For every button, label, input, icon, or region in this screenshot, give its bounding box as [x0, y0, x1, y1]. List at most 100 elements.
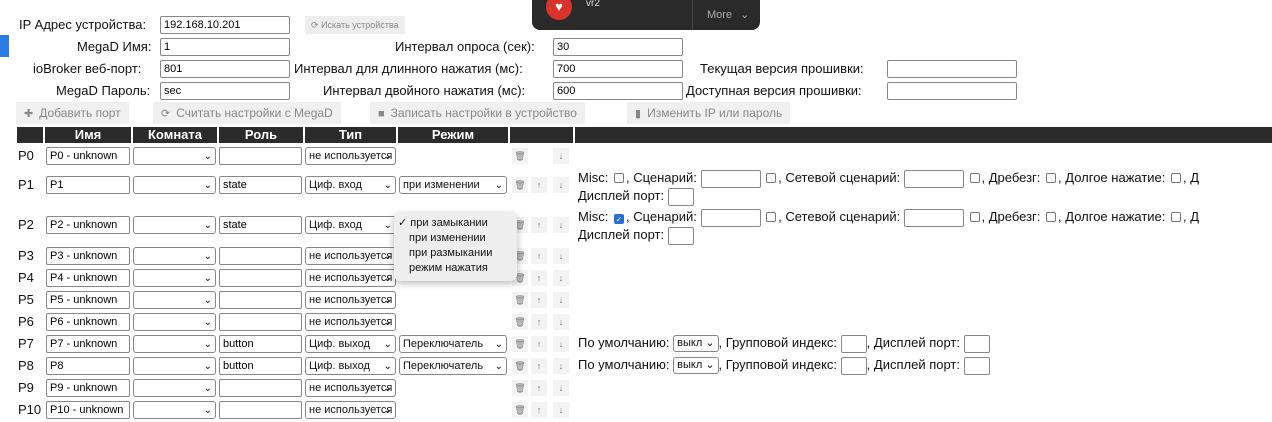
trash-icon[interactable]: 🗑: [512, 336, 528, 352]
display-port-input[interactable]: [667, 187, 694, 206]
group-index-input[interactable]: [840, 334, 867, 353]
trash-icon[interactable]: 🗑: [512, 148, 528, 164]
dropdown-option[interactable]: режим нажатия: [394, 261, 517, 276]
net-scenario-input[interactable]: [903, 169, 964, 188]
arrow-down-icon[interactable]: ↓: [553, 248, 569, 264]
iobroker-input[interactable]: 801: [160, 60, 290, 78]
port-name-input[interactable]: P0 - unknown: [46, 147, 130, 165]
room-select[interactable]: ⌄: [133, 147, 216, 165]
type-select[interactable]: не используется ⌄: [305, 313, 396, 331]
arrow-down-icon[interactable]: ↓: [553, 217, 569, 233]
mode-select[interactable]: Переключатель ⌄: [399, 335, 507, 353]
arrow-up-icon[interactable]: ↑: [531, 314, 547, 330]
port-name-input[interactable]: P7 - unknown: [46, 335, 130, 353]
dropdown-option[interactable]: при изменении: [394, 231, 517, 246]
display-port-input[interactable]: [963, 356, 990, 375]
role-input[interactable]: [219, 379, 302, 397]
type-select[interactable]: не используется ⌄: [305, 269, 396, 287]
read-settings-button[interactable]: ⟳ Считать настройки с MegaD: [153, 102, 341, 124]
room-select[interactable]: ⌄: [133, 291, 216, 309]
trash-icon[interactable]: 🗑: [512, 358, 528, 374]
change-ip-button[interactable]: ▮ Изменить IP или пароль: [627, 102, 791, 124]
port-name-input[interactable]: P6 - unknown: [46, 313, 130, 331]
arrow-down-icon[interactable]: ↓: [553, 148, 569, 164]
trash-icon[interactable]: 🗑: [512, 314, 528, 330]
mode-dropdown-menu[interactable]: ✓ при замыкании при изменении при размык…: [394, 213, 517, 281]
add-port-button[interactable]: ✚ Добавить порт: [16, 102, 129, 124]
misc-checkbox[interactable]: [613, 173, 624, 183]
room-select[interactable]: ⌄: [133, 401, 216, 419]
role-input[interactable]: [219, 313, 302, 331]
type-select[interactable]: Циф. выход ⌄: [305, 335, 396, 353]
arrow-down-icon[interactable]: ↓: [553, 402, 569, 418]
port-name-input[interactable]: P2 - unknown: [46, 216, 130, 234]
room-select[interactable]: ⌄: [133, 176, 216, 194]
arrow-down-icon[interactable]: ↓: [553, 177, 569, 193]
role-input[interactable]: [219, 147, 302, 165]
fw-current-input[interactable]: [887, 60, 1017, 78]
arrow-down-icon[interactable]: ↓: [553, 336, 569, 352]
scenario-input[interactable]: [700, 169, 761, 188]
more-button[interactable]: More ⌄: [692, 0, 760, 30]
arrow-down-icon[interactable]: ↓: [553, 358, 569, 374]
port-name-input[interactable]: P10 - unknown: [46, 401, 130, 419]
room-select[interactable]: ⌄: [133, 269, 216, 287]
scenario-checkbox[interactable]: [766, 173, 777, 183]
type-select[interactable]: не используется ⌄: [305, 379, 396, 397]
type-select[interactable]: не используется ⌄: [305, 147, 396, 165]
role-input[interactable]: [219, 247, 302, 265]
name-input[interactable]: 1: [160, 38, 290, 56]
role-input[interactable]: [219, 269, 302, 287]
room-select[interactable]: ⌄: [133, 313, 216, 331]
port-name-input[interactable]: P8: [46, 357, 130, 375]
ip-input[interactable]: 192.168.10.201: [160, 16, 290, 34]
port-name-input[interactable]: P1: [46, 176, 130, 194]
port-name-input[interactable]: P4 - unknown: [46, 269, 130, 287]
arrow-down-icon[interactable]: ↓: [553, 292, 569, 308]
port-name-input[interactable]: P9 - unknown: [46, 379, 130, 397]
arrow-up-icon[interactable]: ↑: [531, 358, 547, 374]
trash-icon[interactable]: 🗑: [512, 402, 528, 418]
room-select[interactable]: ⌄: [133, 379, 216, 397]
dropdown-option[interactable]: при размыкании: [394, 246, 517, 261]
role-input[interactable]: state: [219, 216, 302, 234]
trash-icon[interactable]: 🗑: [512, 292, 528, 308]
write-settings-button[interactable]: ■ Записать настройки в устройство: [370, 102, 585, 124]
arrow-down-icon[interactable]: ↓: [553, 270, 569, 286]
type-select[interactable]: Циф. вход ⌄: [305, 216, 396, 234]
role-input[interactable]: [219, 291, 302, 309]
notification-popup[interactable]: ♥ vr2 More ⌄: [532, 0, 760, 30]
bounce-checkbox[interactable]: [1046, 173, 1057, 183]
default-select[interactable]: выкл ⌄: [673, 357, 719, 375]
bounce-checkbox[interactable]: [1046, 212, 1057, 222]
scenario-input[interactable]: [700, 208, 761, 227]
role-input[interactable]: [219, 401, 302, 419]
scenario-checkbox[interactable]: [766, 212, 777, 222]
arrow-up-icon[interactable]: ↑: [531, 177, 547, 193]
arrow-down-icon[interactable]: ↓: [553, 380, 569, 396]
net-scenario-input[interactable]: [903, 208, 964, 227]
port-name-input[interactable]: P3 - unknown: [46, 247, 130, 265]
fw-available-input[interactable]: [887, 82, 1017, 100]
trash-icon[interactable]: 🗑: [512, 177, 528, 193]
arrow-up-icon[interactable]: ↑: [531, 402, 547, 418]
long-press-input[interactable]: 700: [553, 60, 683, 78]
arrow-up-icon[interactable]: ↑: [531, 336, 547, 352]
mode-select[interactable]: Переключатель ⌄: [399, 357, 507, 375]
misc-checkbox-checked[interactable]: ✓: [613, 214, 624, 224]
long-press-checkbox[interactable]: [1171, 173, 1182, 183]
password-input[interactable]: sec: [160, 82, 290, 100]
arrow-up-icon[interactable]: ↑: [531, 248, 547, 264]
role-input[interactable]: state: [219, 176, 302, 194]
net-scenario-checkbox[interactable]: [969, 212, 980, 222]
arrow-down-icon[interactable]: ↓: [553, 314, 569, 330]
arrow-up-icon[interactable]: ↑: [531, 270, 547, 286]
mode-select[interactable]: при изменении ⌄: [399, 176, 507, 194]
role-input[interactable]: button: [219, 357, 302, 375]
room-select[interactable]: ⌄: [133, 357, 216, 375]
room-select[interactable]: ⌄: [133, 335, 216, 353]
room-select[interactable]: ⌄: [133, 247, 216, 265]
dropdown-option[interactable]: ✓ при замыкании: [394, 216, 517, 231]
type-select[interactable]: Циф. вход ⌄: [305, 176, 396, 194]
long-press-checkbox[interactable]: [1171, 212, 1182, 222]
